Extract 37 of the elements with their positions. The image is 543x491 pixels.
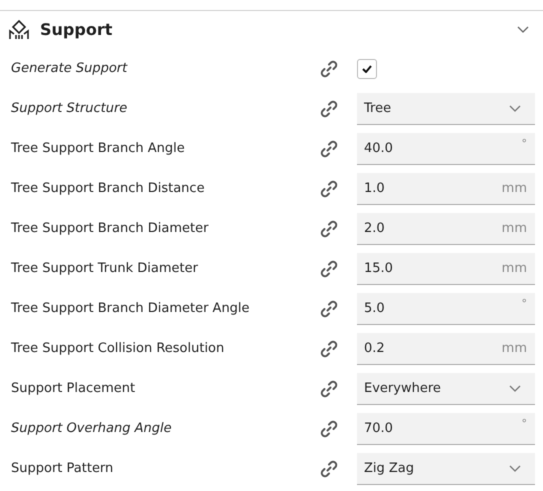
input-field[interactable]: 15.0 mm <box>357 253 535 285</box>
link-icon[interactable] <box>319 179 339 199</box>
checkbox[interactable] <box>357 59 377 79</box>
link-icon[interactable] <box>319 379 339 399</box>
setting-label: Support Structure <box>11 100 128 118</box>
input-field[interactable]: 5.0 ° <box>357 293 535 325</box>
link-icon[interactable] <box>319 339 339 359</box>
link-icon[interactable] <box>319 99 339 119</box>
dropdown[interactable]: Zig Zag <box>357 453 535 485</box>
input-field[interactable]: 40.0 ° <box>357 133 535 165</box>
input-field[interactable]: 0.2 mm <box>357 333 535 365</box>
link-icon[interactable] <box>319 459 339 479</box>
link-icon[interactable] <box>319 299 339 319</box>
setting-label: Support Overhang Angle <box>11 420 173 438</box>
setting-label: Tree Support Trunk Diameter <box>11 260 199 278</box>
setting-label: Tree Support Collision Resolution <box>11 340 226 358</box>
setting-label: Tree Support Branch Diameter Angle <box>11 300 251 318</box>
setting-label: Tree Support Branch Distance <box>11 180 206 198</box>
link-icon[interactable] <box>319 219 339 239</box>
input-field[interactable]: 70.0 ° <box>357 413 535 445</box>
input-field[interactable]: 2.0 mm <box>357 213 535 245</box>
dropdown[interactable]: Everywhere <box>357 373 535 405</box>
setting-label: Generate Support <box>11 60 128 78</box>
setting-label: Tree Support Branch Angle <box>11 140 186 158</box>
check-icon <box>362 65 372 73</box>
link-icon[interactable] <box>319 259 339 279</box>
setting-label: Support Placement <box>11 380 136 398</box>
section-title: Support <box>40 19 112 41</box>
input-field[interactable]: 1.0 mm <box>357 173 535 205</box>
chevron-icon[interactable] <box>517 26 529 34</box>
setting-label: Support Pattern <box>11 460 114 478</box>
link-icon[interactable] <box>319 139 339 159</box>
dropdown[interactable]: Tree <box>357 93 535 125</box>
setting-label: Tree Support Branch Diameter <box>11 220 210 238</box>
link-icon[interactable] <box>319 59 339 79</box>
support-icon <box>8 19 30 41</box>
link-icon[interactable] <box>319 419 339 439</box>
